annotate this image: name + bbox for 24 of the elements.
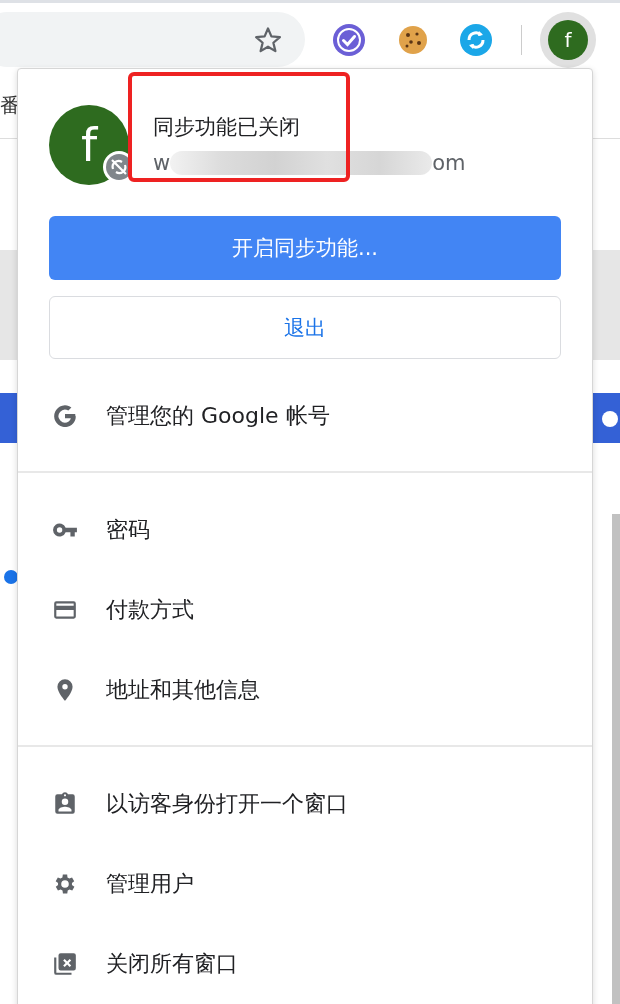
sync-icon[interactable] [459,23,493,57]
menu-item[interactable]: 密码 [18,490,592,570]
page-text: 番 [0,92,20,119]
cookie-icon[interactable] [396,23,430,57]
menu-item[interactable]: 付款方式 [18,570,592,650]
close-windows-icon [52,951,78,977]
email-text: w [153,151,171,175]
avatar-initial: f [80,122,98,168]
turn-on-sync-button[interactable]: 开启同步功能... [49,216,561,280]
profile-button[interactable]: f [540,12,596,68]
menu-item[interactable]: 管理用户 [18,844,592,924]
menu-item[interactable]: 以访客身份打开一个窗口 [18,764,592,844]
menu-item[interactable]: 管理您的 Google 帐号 [18,376,592,456]
sync-status-title: 同步功能已关闭 [153,114,301,141]
scrollbar[interactable] [612,514,620,1004]
sign-out-button[interactable]: 退出 [49,296,561,359]
check-circle-icon[interactable] [332,23,366,57]
menu-item[interactable]: 关闭所有窗口 [18,924,592,1004]
page-dot [4,570,18,584]
menu-item[interactable]: 地址和其他信息 [18,650,592,730]
google-icon [52,403,78,429]
email-text: om [432,151,466,175]
badge-person-icon [52,791,78,817]
star-icon[interactable] [253,24,283,55]
